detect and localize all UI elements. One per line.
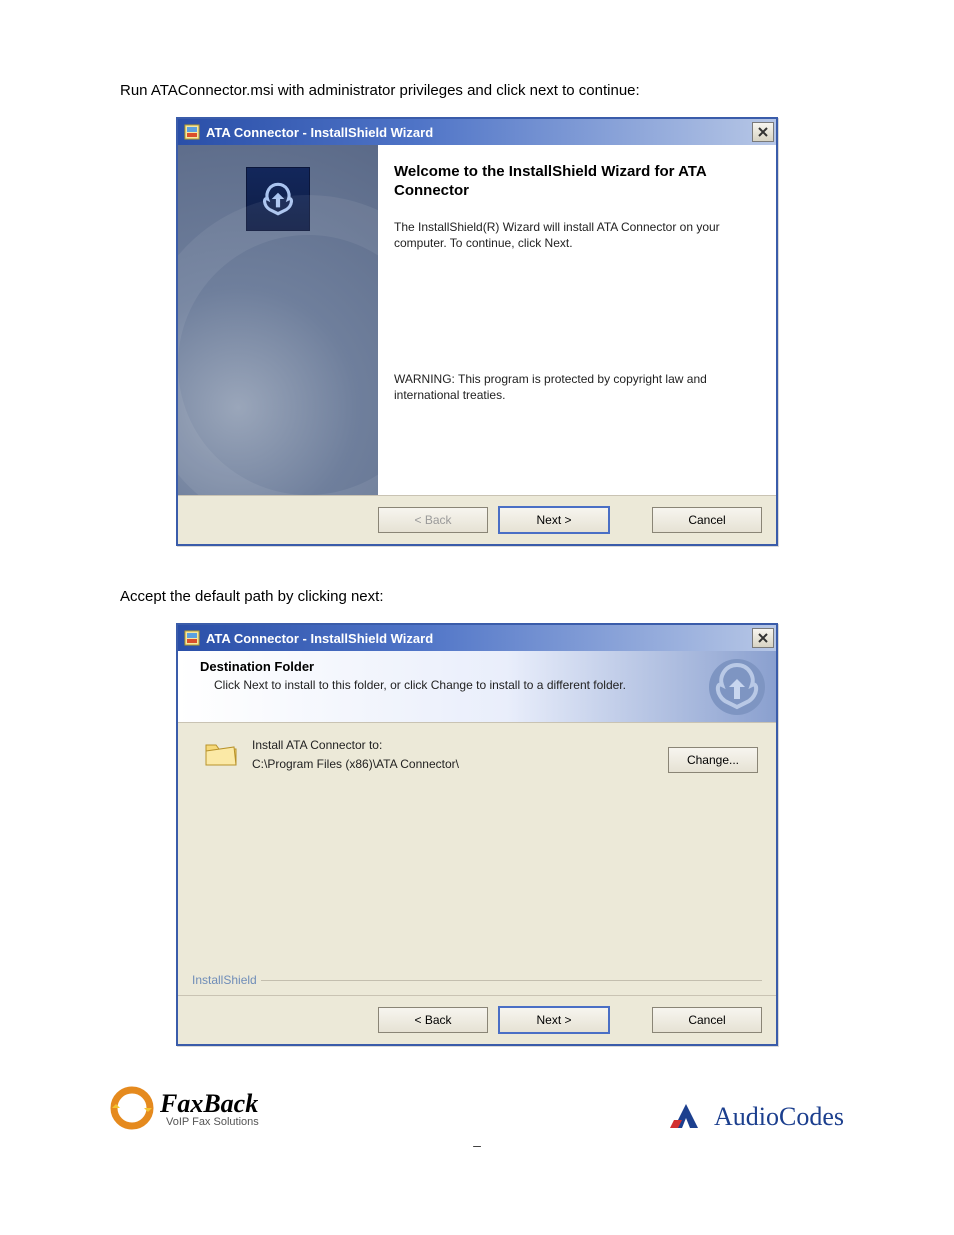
install-path: C:\Program Files (x86)\ATA Connector\ <box>252 756 654 773</box>
document-page: Run ATAConnector.msi with administrator … <box>0 0 954 1213</box>
mid-text: Accept the default path by clicking next… <box>120 586 834 607</box>
faxback-tagline: VoIP Fax Solutions <box>166 1117 259 1128</box>
destination-text: Install ATA Connector to: C:\Program Fil… <box>252 737 654 773</box>
install-wizard-welcome-dialog: ATA Connector - InstallShield Wizard <box>176 117 778 546</box>
install-wizard-destination-dialog: ATA Connector - InstallShield Wizard Des… <box>176 623 778 1046</box>
audiocodes-brand-text: AudioCodes <box>714 1102 844 1132</box>
cancel-button[interactable]: Cancel <box>652 507 762 533</box>
destination-body: Install ATA Connector to: C:\Program Fil… <box>178 723 776 995</box>
folder-icon <box>204 739 238 767</box>
faxback-ring-icon <box>110 1086 154 1133</box>
page-footer: FaxBack VoIP Fax Solutions AudioCodes <box>110 1086 844 1133</box>
change-button[interactable]: Change... <box>668 747 758 773</box>
wizard-side-banner <box>178 145 378 495</box>
install-to-label: Install ATA Connector to: <box>252 737 654 754</box>
welcome-heading: Welcome to the InstallShield Wizard for … <box>394 163 758 201</box>
installshield-brand-label: InstallShield <box>188 973 261 987</box>
next-button[interactable]: Next > <box>498 506 610 534</box>
destination-subtitle: Click Next to install to this folder, or… <box>214 678 762 692</box>
faxback-brand-text: FaxBack <box>160 1091 259 1117</box>
installshield-app-icon <box>184 124 200 140</box>
dialog-body: Welcome to the InstallShield Wizard for … <box>178 145 776 495</box>
installshield-app-icon <box>184 630 200 646</box>
close-icon <box>758 633 768 643</box>
close-button[interactable] <box>752 628 774 648</box>
close-button[interactable] <box>752 122 774 142</box>
wizard-main-panel: Welcome to the InstallShield Wizard for … <box>378 145 776 495</box>
copyright-warning: WARNING: This program is protected by co… <box>394 371 758 403</box>
destination-title: Destination Folder <box>200 659 762 674</box>
button-bar: < Back Next > Cancel <box>178 495 776 544</box>
audiocodes-mark-icon <box>666 1100 706 1133</box>
button-bar: < Back Next > Cancel <box>178 995 776 1044</box>
window-title: ATA Connector - InstallShield Wizard <box>206 125 752 140</box>
audiocodes-logo: AudioCodes <box>666 1100 844 1133</box>
back-button[interactable]: < Back <box>378 1007 488 1033</box>
titlebar[interactable]: ATA Connector - InstallShield Wizard <box>178 625 776 651</box>
cancel-button[interactable]: Cancel <box>652 1007 762 1033</box>
faxback-logo: FaxBack VoIP Fax Solutions <box>110 1086 259 1133</box>
welcome-description: The InstallShield(R) Wizard will install… <box>394 219 758 251</box>
back-button: < Back <box>378 507 488 533</box>
titlebar[interactable]: ATA Connector - InstallShield Wizard <box>178 119 776 145</box>
installshield-corner-logo-icon <box>706 657 768 717</box>
close-icon <box>758 127 768 137</box>
window-title: ATA Connector - InstallShield Wizard <box>206 631 752 646</box>
next-button[interactable]: Next > <box>498 1006 610 1034</box>
intro-text: Run ATAConnector.msi with administrator … <box>120 80 834 101</box>
destination-header: Destination Folder Click Next to install… <box>178 651 776 723</box>
page-number-dash: – <box>0 1137 954 1153</box>
